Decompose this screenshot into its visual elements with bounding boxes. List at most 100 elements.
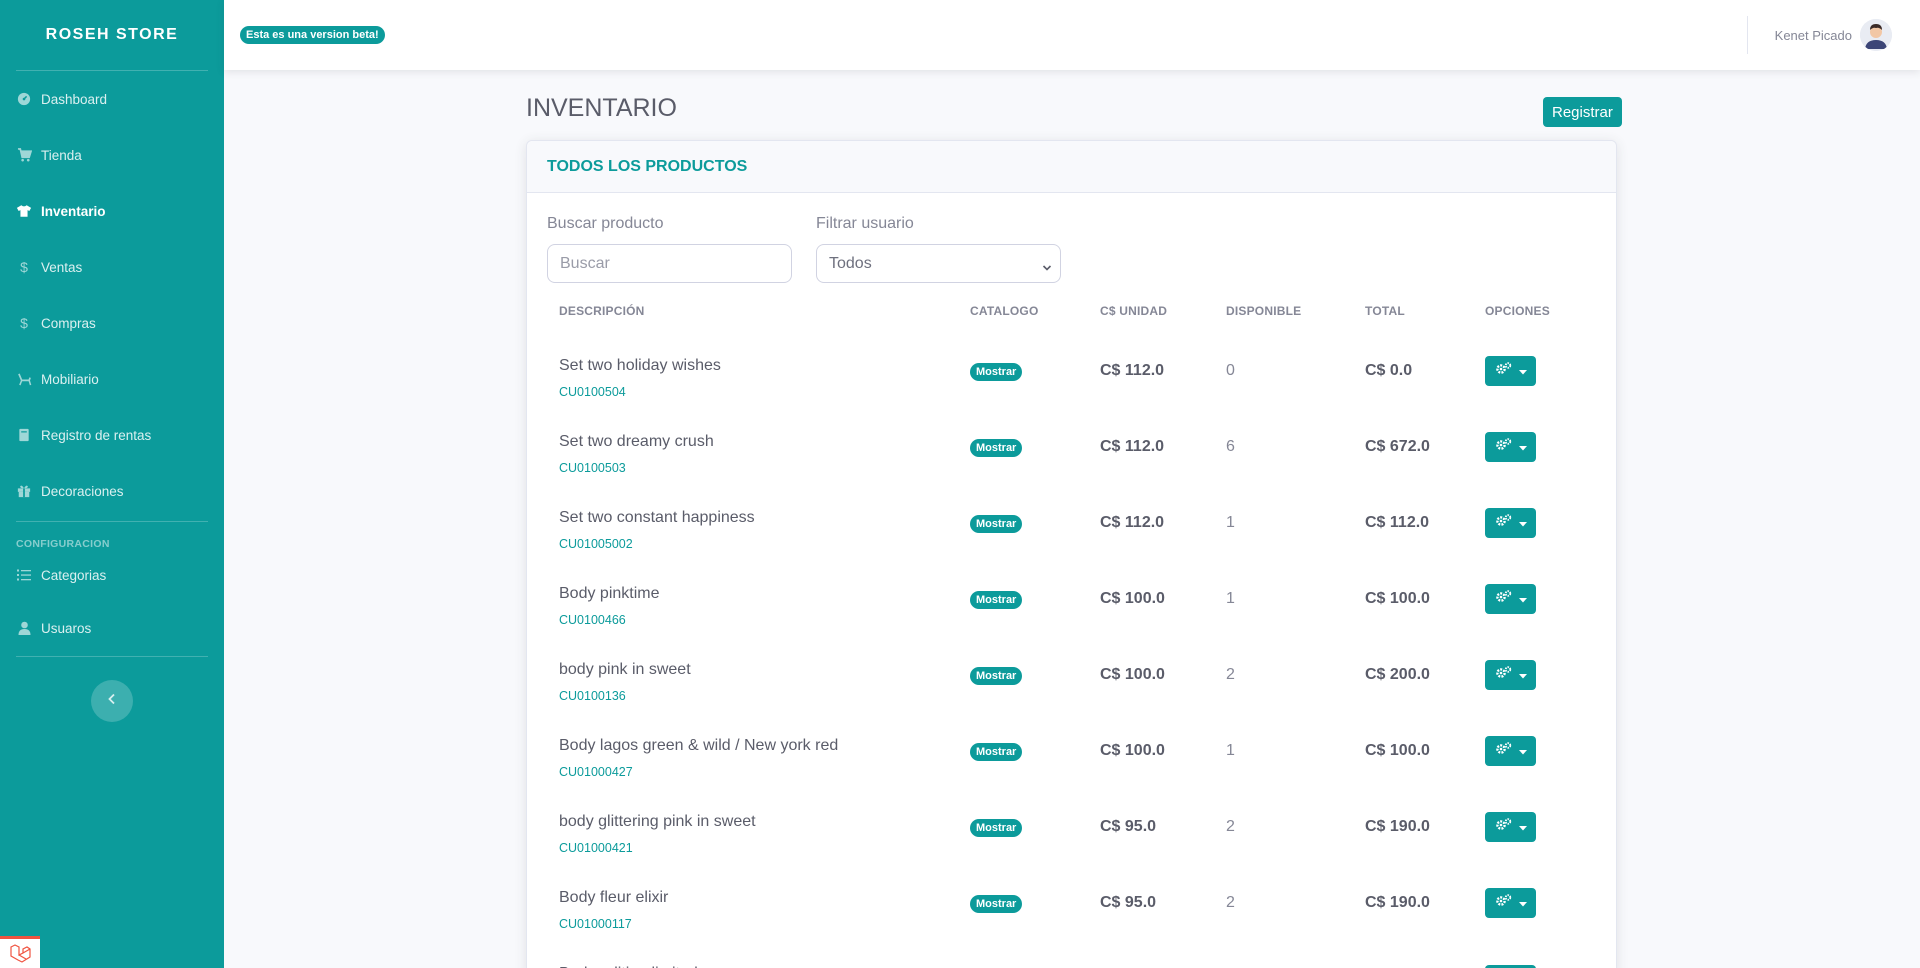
sidebar-item-decoraciones[interactable]: Decoraciones [0, 463, 224, 519]
sidebar-heading-configuracion: CONFIGURACION [16, 538, 110, 550]
chair-icon [16, 371, 32, 387]
search-input[interactable]: Buscar [547, 244, 792, 283]
row-total: C$ 190.0 [1365, 818, 1430, 835]
brand-title[interactable]: ROSEH STORE [0, 0, 224, 70]
sidebar-item-inventario[interactable]: Inventario [0, 183, 224, 239]
unit-price: C$ 95.0 [1100, 818, 1157, 835]
row-total: C$ 200.0 [1365, 666, 1430, 683]
caret-down-icon [1518, 362, 1527, 380]
available-quantity: 1 [1226, 514, 1235, 531]
options-dropdown-button[interactable] [1485, 432, 1536, 462]
caret-down-icon [1518, 438, 1527, 456]
sidebar-item-label: Tienda [41, 147, 82, 163]
product-code-link[interactable]: CU01000117 [559, 917, 632, 931]
catalog-show-badge[interactable]: Mostrar [970, 515, 1023, 533]
catalog-show-badge[interactable]: Mostrar [970, 667, 1023, 685]
filter-label: Filtrar usuario [816, 215, 914, 232]
unit-price: C$ 100.0 [1100, 666, 1165, 683]
search-placeholder: Buscar [560, 254, 610, 272]
catalog-show-badge[interactable]: Mostrar [970, 591, 1023, 609]
column-header-disponible[interactable]: DISPONIBLE [1226, 304, 1301, 318]
user-name[interactable]: Kenet Picado [1775, 28, 1852, 43]
sidebar-item-label: Registro de rentas [41, 427, 152, 443]
page-title: INVENTARIO [526, 94, 677, 122]
available-quantity: 6 [1226, 438, 1235, 455]
product-code-link[interactable]: CU0100136 [559, 689, 626, 703]
product-description: Set two dreamy crush [559, 433, 714, 450]
column-header-opciones[interactable]: OPCIONES [1485, 304, 1550, 318]
options-dropdown-button[interactable] [1485, 812, 1536, 842]
catalog-show-badge[interactable]: Mostrar [970, 439, 1023, 457]
caret-down-icon [1518, 666, 1527, 684]
available-quantity: 2 [1226, 894, 1235, 911]
register-button[interactable]: Registrar [1543, 97, 1622, 127]
sidebar-item-tienda[interactable]: Tienda [0, 127, 224, 183]
dollar-icon: $ [20, 315, 28, 331]
product-code-link[interactable]: CU01000427 [559, 765, 633, 779]
unit-price: C$ 112.0 [1100, 514, 1165, 531]
options-dropdown-button[interactable] [1485, 888, 1536, 918]
sidebar-item-categorias[interactable]: Categorias [0, 550, 224, 600]
sidebar-item-ventas[interactable]: $ Ventas [0, 239, 224, 295]
product-code-link[interactable]: CU0100504 [559, 385, 626, 399]
topbar: Esta es una version beta! Kenet Picado [224, 0, 1920, 70]
book-icon [16, 427, 32, 443]
card-header: TODOS LOS PRODUCTOS [527, 141, 1616, 193]
column-header-catalogo[interactable]: CATALOGO [970, 304, 1038, 318]
laravel-logo-icon[interactable] [0, 936, 40, 968]
unit-price: C$ 112.0 [1100, 362, 1165, 379]
options-dropdown-button[interactable] [1485, 584, 1536, 614]
product-code-link[interactable]: CU01000421 [559, 841, 633, 855]
caret-down-icon [1518, 514, 1527, 532]
options-dropdown-button[interactable] [1485, 508, 1536, 538]
user-icon [16, 620, 32, 636]
unit-price: C$ 112.0 [1100, 438, 1165, 455]
product-code-link[interactable]: CU0100503 [559, 461, 626, 475]
sidebar-item-mobiliario[interactable]: Mobiliario [0, 351, 224, 407]
product-code-link[interactable]: CU0100466 [559, 613, 626, 627]
caret-down-icon [1518, 742, 1527, 760]
cogs-icon [1495, 666, 1513, 684]
chevron-left-icon [107, 692, 117, 710]
options-dropdown-button[interactable] [1485, 736, 1536, 766]
options-dropdown-button[interactable] [1485, 356, 1536, 386]
sidebar: ROSEH STORE Dashboard Tienda Inventario … [0, 0, 224, 968]
sidebar-item-dashboard[interactable]: Dashboard [0, 71, 224, 127]
column-header-unidad[interactable]: C$ UNIDAD [1100, 304, 1167, 318]
sidebar-item-label: Inventario [41, 203, 106, 219]
product-description: Body pinktime [559, 585, 660, 602]
product-description: body pink in sweet [559, 661, 691, 678]
column-header-total[interactable]: TOTAL [1365, 304, 1405, 318]
caret-down-icon [1518, 894, 1527, 912]
cogs-icon [1495, 438, 1513, 456]
sidebar-toggle-button[interactable] [91, 680, 133, 722]
column-header-descripcion[interactable]: DESCRIPCIÓN [559, 304, 645, 318]
shirt-icon [16, 203, 32, 219]
product-code-link[interactable]: CU01005002 [559, 537, 633, 551]
unit-price: C$ 100.0 [1100, 590, 1165, 607]
unit-price: C$ 95.0 [1100, 894, 1157, 911]
catalog-show-badge[interactable]: Mostrar [970, 743, 1023, 761]
catalog-show-badge[interactable]: Mostrar [970, 895, 1023, 913]
options-dropdown-button[interactable] [1485, 660, 1536, 690]
chevron-down-icon [1042, 259, 1052, 277]
sidebar-item-registro-rentas[interactable]: Registro de rentas [0, 407, 224, 463]
sidebar-item-label: Categorias [41, 567, 107, 583]
dollar-icon: $ [20, 259, 28, 275]
unit-price: C$ 100.0 [1100, 742, 1165, 759]
sidebar-item-label: Compras [41, 315, 96, 331]
sidebar-item-compras[interactable]: $ Compras [0, 295, 224, 351]
sidebar-item-usuarios[interactable]: Usuaros [0, 600, 224, 656]
cogs-icon [1495, 818, 1513, 836]
avatar[interactable] [1860, 19, 1892, 51]
row-total: C$ 0.0 [1365, 362, 1413, 379]
topbar-divider [1747, 16, 1748, 54]
catalog-show-badge[interactable]: Mostrar [970, 819, 1023, 837]
catalog-show-badge[interactable]: Mostrar [970, 363, 1023, 381]
cogs-icon [1495, 742, 1513, 760]
beta-badge: Esta es una version beta! [240, 26, 385, 44]
user-filter-select[interactable]: Todos [816, 244, 1061, 283]
cart-icon [16, 147, 32, 163]
filter-selected-value: Todos [829, 254, 872, 272]
product-description: body glittering pink in sweet [559, 813, 756, 830]
